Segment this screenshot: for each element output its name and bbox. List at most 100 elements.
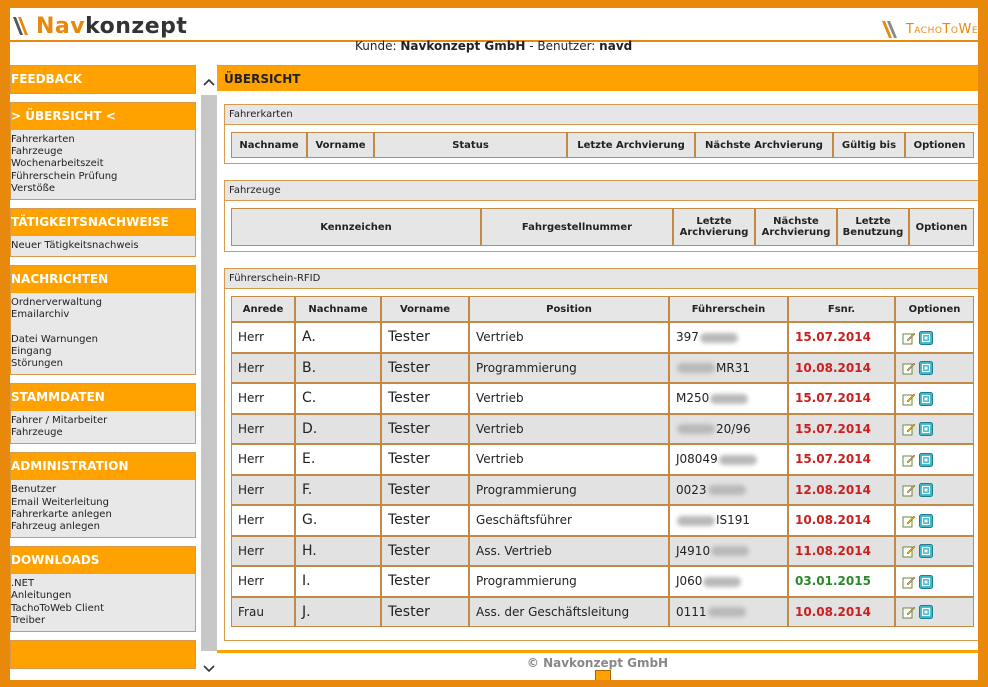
col-letzte-archvierung[interactable]: Letzte Archvierung	[567, 132, 695, 158]
col-fz-naechste-archvierung[interactable]: Nächste Archvierung	[755, 208, 837, 246]
col-rfid-nachname[interactable]: Nachname	[295, 296, 381, 322]
sidebar-item-fuehrerschein-pruefung[interactable]: Führerschein Prüfung	[11, 171, 195, 183]
cell-anrede: Frau	[231, 596, 295, 627]
sidebar-item-verstoesse[interactable]: Verstöße	[11, 183, 195, 195]
fahrzeuge-table: Kennzeichen Fahrgestellnummer Letzte Arc…	[231, 208, 974, 246]
sidebar-item-fahrzeug-anlegen[interactable]: Fahrzeug anlegen	[11, 521, 195, 533]
sidebar-administration-header[interactable]: ADMINISTRATION	[11, 453, 195, 481]
sidebar-item-neuer-taetigkeitsnachweis[interactable]: Neuer Tätigkeitsnachweis	[11, 240, 195, 252]
col-fz-letzte-archvierung[interactable]: Letzte Archvierung	[673, 208, 755, 246]
cell-nachname: A.	[295, 322, 381, 353]
sidebar-downloads-header[interactable]: DOWNLOADS	[11, 547, 195, 575]
edit-icon[interactable]	[902, 483, 916, 497]
sidebar-taetigkeit-header[interactable]: TÄTIGKEITSNACHWEISE	[11, 208, 195, 236]
col-fsnr[interactable]: Fsnr.	[788, 296, 895, 322]
sidebar-item-stoerungen[interactable]: Störungen	[11, 358, 195, 370]
sidebar-uebersicht-header[interactable]: > ÜBERSICHT <	[11, 103, 195, 130]
rfid-chip-icon[interactable]	[919, 391, 933, 406]
rfid-chip-icon[interactable]	[919, 574, 933, 589]
sidebar-item-stamm-fahrzeuge[interactable]: Fahrzeuge	[11, 427, 195, 439]
edit-icon[interactable]	[902, 422, 916, 436]
sidebar-item-dotnet[interactable]: .NET	[11, 578, 195, 590]
edit-icon[interactable]	[902, 331, 916, 345]
col-nachname[interactable]: Nachname	[231, 132, 307, 158]
edit-icon[interactable]	[902, 392, 916, 406]
fahrerkarten-table: Nachname Vorname Status Letzte Archvieru…	[231, 132, 974, 158]
cell-fuehrerschein: M250	[669, 383, 788, 414]
sidebar-item-fahrerkarten[interactable]: Fahrerkarten	[11, 134, 195, 146]
sidebar-item-fahrerkarte-anlegen[interactable]: Fahrerkarte anlegen	[11, 509, 195, 521]
footer-icon[interactable]	[595, 670, 611, 680]
col-anrede[interactable]: Anrede	[231, 296, 295, 322]
logo-nav-text: Nav	[36, 13, 86, 39]
col-letzte-benutzung[interactable]: Letzte Benutzung	[837, 208, 909, 246]
rfid-chip-icon[interactable]	[919, 361, 933, 375]
col-naechste-archvierung[interactable]: Nächste Archvierung	[695, 132, 833, 158]
sidebar-stammdaten-header[interactable]: STAMMDATEN	[11, 384, 195, 412]
col-kennzeichen[interactable]: Kennzeichen	[231, 208, 481, 246]
navkonzept-logo[interactable]: Navkonzept	[10, 12, 187, 40]
fuehrerschein-prefix: M250	[676, 391, 710, 406]
sidebar-item-benutzer[interactable]: Benutzer	[11, 484, 195, 496]
col-fahrgestellnummer[interactable]: Fahrgestellnummer	[481, 208, 673, 246]
rfid-chip-icon[interactable]	[919, 422, 933, 436]
cell-fsnr: 12.08.2014	[788, 474, 895, 505]
sidebar-item-fahrzeuge[interactable]: Fahrzeuge	[11, 146, 195, 158]
col-fz-optionen: Optionen	[909, 208, 974, 246]
cell-optionen	[895, 322, 974, 353]
sidebar-administration-list: Benutzer Email Weiterleitung Fahrerkarte…	[11, 480, 195, 538]
col-fuehrerschein[interactable]: Führerschein	[669, 296, 788, 322]
rfid-chip-icon[interactable]	[919, 483, 933, 497]
sidebar-scrollbar[interactable]	[201, 73, 217, 680]
sidebar-section-administration: ADMINISTRATION Benutzer Email Weiterleit…	[10, 452, 196, 539]
col-rfid-vorname[interactable]: Vorname	[381, 296, 469, 322]
cell-nachname: G.	[295, 505, 381, 536]
rfid-chip-icon[interactable]	[919, 452, 933, 467]
scrollbar-thumb[interactable]	[201, 95, 217, 651]
col-status[interactable]: Status	[374, 132, 567, 158]
rfid-chip-icon[interactable]	[919, 544, 933, 558]
cell-anrede: Herr	[231, 413, 295, 444]
cell-nachname: I.	[295, 566, 381, 597]
table-row: Herr C. Tester Vertrieb M250 15.07.2014	[231, 383, 974, 414]
edit-icon[interactable]	[902, 544, 916, 558]
navkonzept-logo-icon	[10, 13, 36, 39]
edit-icon[interactable]	[902, 575, 916, 589]
rfid-chip-icon[interactable]	[919, 513, 933, 528]
sidebar-feedback-link[interactable]: FEEDBACK	[11, 66, 195, 93]
rfid-table-body: Herr A. Tester Vertrieb 397 15.07.2014 Herr B. T…	[231, 322, 974, 627]
edit-icon[interactable]	[902, 361, 916, 375]
cell-fsnr: 10.08.2014	[788, 596, 895, 627]
sidebar-item-eingang[interactable]: Eingang	[11, 346, 195, 358]
sidebar-item-datei-warnungen[interactable]: Datei Warnungen	[11, 334, 195, 346]
col-position[interactable]: Position	[469, 296, 669, 322]
sidebar-nachrichten-header[interactable]: NACHRICHTEN	[11, 266, 195, 294]
edit-icon[interactable]	[902, 514, 916, 528]
scroll-down-icon[interactable]	[201, 662, 217, 678]
cell-position: Programmierung	[469, 352, 669, 383]
sidebar-item-wochenarbeitszeit[interactable]: Wochenarbeitszeit	[11, 158, 195, 170]
sidebar-item-email-weiterleitung[interactable]: Email Weiterleitung	[11, 497, 195, 509]
edit-icon[interactable]	[902, 605, 916, 619]
kunde-label: Kunde:	[355, 39, 397, 53]
cell-fsnr: 15.07.2014	[788, 322, 895, 353]
table-row: Herr H. Tester Ass. Vertrieb J4910 11.08.2014	[231, 535, 974, 566]
sidebar-item-emailarchiv[interactable]: Emailarchiv	[11, 309, 195, 321]
cell-nachname: J.	[295, 596, 381, 627]
edit-icon[interactable]	[902, 453, 916, 467]
scroll-up-icon[interactable]	[201, 75, 217, 91]
tachotoweb-logo[interactable]: TachoToWe	[880, 18, 978, 40]
sidebar-item-fahrer-mitarbeiter[interactable]: Fahrer / Mitarbeiter	[11, 415, 195, 427]
sidebar-item-ordnerverwaltung[interactable]: Ordnerverwaltung	[11, 297, 195, 309]
sidebar-item-tachotoweb-client[interactable]: TachoToWeb Client	[11, 603, 195, 615]
rfid-chip-icon[interactable]	[919, 330, 933, 345]
cell-fuehrerschein: J060	[669, 566, 788, 597]
col-gueltig-bis[interactable]: Gültig bis	[833, 132, 905, 158]
sidebar-item-treiber[interactable]: Treiber	[11, 615, 195, 627]
sidebar-item-anleitungen[interactable]: Anleitungen	[11, 590, 195, 602]
col-rfid-optionen: Optionen	[895, 296, 974, 322]
cell-anrede: Herr	[231, 474, 295, 505]
cell-vorname: Tester	[381, 322, 469, 353]
col-vorname[interactable]: Vorname	[307, 132, 374, 158]
rfid-chip-icon[interactable]	[919, 605, 933, 619]
